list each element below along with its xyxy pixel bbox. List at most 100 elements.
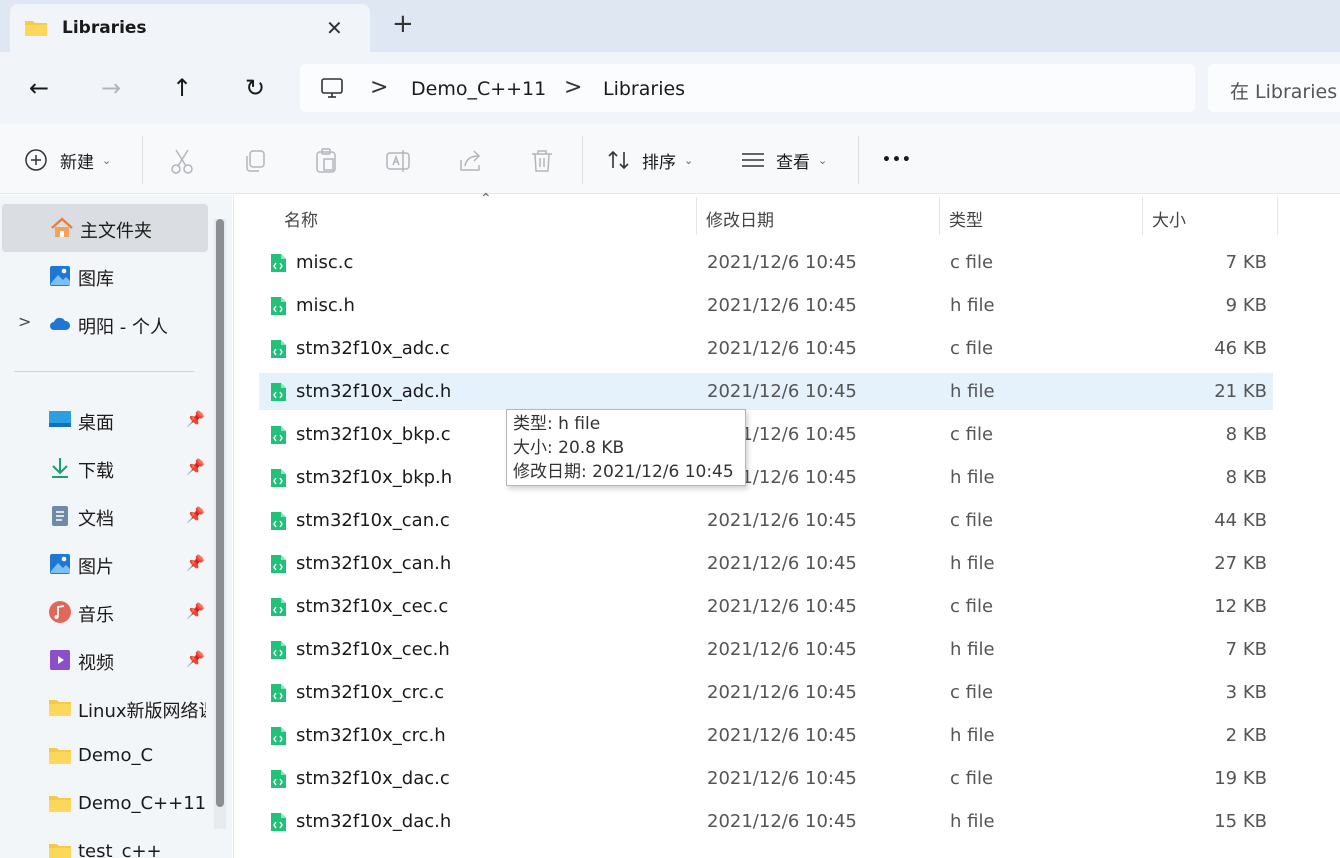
sidebar-item-linux-course[interactable]: Linux新版网络课 <box>0 684 206 732</box>
copy-icon[interactable] <box>240 146 270 176</box>
back-button[interactable]: ← <box>24 74 54 104</box>
file-type: c file <box>950 596 994 617</box>
cut-icon[interactable] <box>167 146 197 176</box>
more-options-button[interactable]: ••• <box>882 146 912 174</box>
sort-label: 排序 <box>642 152 676 173</box>
folder-icon <box>49 796 71 812</box>
refresh-button[interactable]: ↻ <box>240 74 270 104</box>
rename-icon[interactable] <box>383 146 413 176</box>
file-row[interactable]: stm32f10x_bkp.h 2021/12/6 10:45 h file 8 KB <box>259 459 1273 496</box>
paste-icon[interactable] <box>311 146 341 176</box>
pin-icon[interactable]: 📌 <box>186 554 205 572</box>
up-button[interactable]: ↑ <box>167 74 197 104</box>
file-type: h file <box>950 811 995 832</box>
file-size: 3 KB <box>1225 682 1267 703</box>
column-header-size[interactable]: 大小 <box>1143 195 1277 235</box>
title-bar: Libraries ✕ + <box>0 0 1340 52</box>
file-type: h file <box>950 381 995 402</box>
tooltip-date: 修改日期: 2021/12/6 10:45 <box>513 462 734 482</box>
file-size: 12 KB <box>1214 596 1267 617</box>
pin-icon[interactable]: 📌 <box>186 458 205 476</box>
folder-icon <box>49 700 71 716</box>
view-button[interactable]: 查看 ⌄ <box>740 146 827 174</box>
pin-icon[interactable]: 📌 <box>186 602 205 620</box>
sidebar-item-pictures[interactable]: 图片 📌 <box>0 540 206 588</box>
file-row[interactable]: stm32f10x_adc.h 2021/12/6 10:45 h file 21 K… <box>259 373 1273 410</box>
column-header-name[interactable]: 名称 <box>234 195 696 235</box>
file-date: 2021/12/6 10:45 <box>707 811 857 832</box>
pin-icon[interactable]: 📌 <box>186 650 205 668</box>
close-icon[interactable]: ✕ <box>326 16 343 40</box>
file-name: stm32f10x_bkp.c <box>296 424 451 445</box>
sidebar-item-music[interactable]: 音乐 📌 <box>0 588 206 636</box>
file-row[interactable]: stm32f10x_can.h 2021/12/6 10:45 h file 27 K… <box>259 545 1273 582</box>
file-row[interactable]: stm32f10x_cec.h 2021/12/6 10:45 h file 7 KB <box>259 631 1273 668</box>
file-row[interactable]: stm32f10x_crc.h 2021/12/6 10:45 h file 2 KB <box>259 717 1273 754</box>
folder-icon <box>49 748 71 764</box>
search-box[interactable]: 在 Libraries 中搜索 <box>1208 64 1340 112</box>
breadcrumb-libraries[interactable]: Libraries <box>603 78 685 100</box>
file-row[interactable]: stm32f10x_dac.c 2021/12/6 10:45 c file 19 K… <box>259 760 1273 797</box>
address-bar[interactable]: > Demo_C++11 > Libraries <box>300 64 1195 112</box>
file-row[interactable]: stm32f10x_bkp.c 2021/12/6 10:45 c file 8 KB <box>259 416 1273 453</box>
pin-icon[interactable]: 📌 <box>186 506 205 524</box>
sidebar-item-desktop[interactable]: 桌面 📌 <box>0 396 206 444</box>
file-row[interactable]: misc.h 2021/12/6 10:45 h file 9 KB <box>259 287 1273 324</box>
navigation-bar: ← → ↑ ↻ > Demo_C++11 > Libraries 在 Libra… <box>0 52 1340 124</box>
sidebar-item-onedrive[interactable]: > 明阳 - 个人 <box>0 300 206 348</box>
chevron-right-icon[interactable]: > <box>18 312 31 331</box>
sidebar-item-downloads[interactable]: 下载 📌 <box>0 444 206 492</box>
file-row[interactable]: stm32f10x_dac.h 2021/12/6 10:45 h file 15 K… <box>259 803 1273 840</box>
sidebar-item-gallery[interactable]: 图库 <box>0 252 206 300</box>
gallery-icon <box>50 266 70 286</box>
file-list: ⌃ 名称 修改日期 类型 大小 misc.c 2021/12/6 10:45 c f… <box>233 191 1340 858</box>
file-date: 2021/12/6 10:45 <box>707 252 857 273</box>
pin-icon[interactable]: 📌 <box>186 410 205 428</box>
column-header-type[interactable]: 类型 <box>940 195 1142 235</box>
sidebar-item-demo-cpp11[interactable]: Demo_C++11 <box>0 780 206 828</box>
sidebar-item-home[interactable]: 主文件夹 <box>2 204 208 252</box>
file-date: 2021/12/6 10:45 <box>707 639 857 660</box>
code-file-icon <box>269 468 287 488</box>
file-size: 8 KB <box>1225 467 1267 488</box>
breadcrumb-demo[interactable]: Demo_C++11 <box>411 78 546 100</box>
file-row[interactable]: stm32f10x_crc.c 2021/12/6 10:45 c file 3 KB <box>259 674 1273 711</box>
file-type: c file <box>950 252 994 273</box>
chevron-down-icon: ⌄ <box>102 153 112 167</box>
forward-button[interactable]: → <box>96 74 126 104</box>
view-list-icon <box>742 153 764 167</box>
home-icon <box>51 217 73 237</box>
file-row[interactable]: stm32f10x_adc.c 2021/12/6 10:45 c file 46 K… <box>259 330 1273 367</box>
file-size: 46 KB <box>1214 338 1267 359</box>
file-size: 44 KB <box>1214 510 1267 531</box>
new-tab-button[interactable]: + <box>392 11 414 37</box>
code-file-icon <box>269 769 287 789</box>
sidebar-item-documents[interactable]: 文档 📌 <box>0 492 206 540</box>
sort-button[interactable]: 排序 ⌄ <box>606 146 693 174</box>
file-size: 7 KB <box>1225 639 1267 660</box>
delete-icon[interactable] <box>527 146 557 176</box>
file-date: 2021/12/6 10:45 <box>707 682 857 703</box>
file-name: stm32f10x_can.c <box>296 510 450 531</box>
file-row[interactable]: stm32f10x_cec.c 2021/12/6 10:45 c file 12 K… <box>259 588 1273 625</box>
sidebar-item-videos[interactable]: 视频 📌 <box>0 636 206 684</box>
sidebar-item-demo-c[interactable]: Demo_C <box>0 732 206 780</box>
sidebar-item-test-cpp[interactable]: test_c++ <box>0 828 206 858</box>
file-name: stm32f10x_crc.c <box>296 682 445 703</box>
tab-libraries[interactable]: Libraries ✕ <box>10 4 370 52</box>
file-name: stm32f10x_cec.c <box>296 596 449 617</box>
new-button[interactable]: 新建 ⌄ <box>24 146 111 174</box>
share-icon[interactable] <box>455 146 485 176</box>
scrollbar-thumb[interactable] <box>216 219 224 807</box>
sidebar-divider <box>14 371 194 372</box>
sidebar-item-label: 明阳 - 个人 <box>78 317 168 338</box>
sidebar-scrollbar[interactable] <box>214 219 226 829</box>
column-header-date[interactable]: 修改日期 <box>697 195 939 235</box>
file-info-tooltip: 类型: h file 大小: 20.8 KB 修改日期: 2021/12/6 1… <box>506 409 746 486</box>
sidebar-item-label: Demo_C++11 <box>78 793 206 814</box>
code-file-icon <box>269 425 287 445</box>
column-name-label: 名称 <box>284 211 318 231</box>
file-row[interactable]: misc.c 2021/12/6 10:45 c file 7 KB <box>259 244 1273 281</box>
file-size: 19 KB <box>1214 768 1267 789</box>
file-row[interactable]: stm32f10x_can.c 2021/12/6 10:45 c file 44 K… <box>259 502 1273 539</box>
